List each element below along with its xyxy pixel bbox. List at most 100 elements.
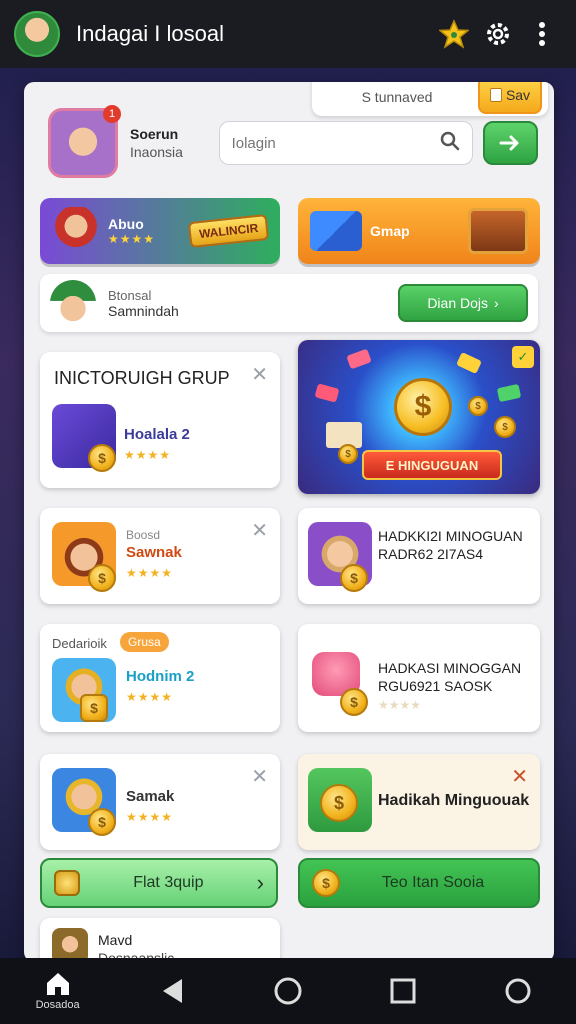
coin-icon: $ bbox=[468, 396, 488, 416]
search-box bbox=[218, 121, 473, 165]
coin-icon: $ bbox=[340, 688, 368, 716]
game-card-4-stars: ★★★★ bbox=[378, 698, 422, 712]
nav-home[interactable]: Dosadoa bbox=[23, 963, 93, 1019]
arrow-right-icon bbox=[499, 135, 519, 151]
feature-button-right[interactable]: Gmap bbox=[298, 198, 540, 264]
bottom-card-line1: Mavd bbox=[98, 932, 133, 948]
cash-icon bbox=[456, 352, 482, 374]
group-card-game: Hoalala 2 bbox=[124, 426, 190, 443]
close-icon[interactable]: ✕ bbox=[511, 764, 528, 789]
promo-ribbon: E HINGUGUAN bbox=[362, 450, 502, 480]
feature-left-badge: WALINCIR bbox=[187, 213, 270, 249]
notice-cta-button[interactable]: Dian Dojs › bbox=[398, 284, 528, 322]
game-card-3-name: Hodnim 2 bbox=[126, 668, 195, 685]
nav-home-label: Dosadoa bbox=[35, 999, 80, 1011]
gem-icon bbox=[54, 870, 80, 896]
close-icon[interactable]: ✕ bbox=[251, 362, 268, 387]
nav-back[interactable] bbox=[138, 963, 208, 1019]
back-triangle-icon bbox=[162, 979, 182, 1003]
game-card-1-name: Sawnak bbox=[126, 544, 182, 561]
notice-text: Btonsal Samnindah bbox=[108, 288, 398, 319]
bottom-card[interactable]: Mavd Dosnaanslic bbox=[40, 918, 280, 962]
group-card-stars: ★★★★ bbox=[124, 448, 172, 462]
game-card-1[interactable]: $ Boosd Sawnak ★★★★ ✕ bbox=[40, 508, 280, 604]
group-card[interactable]: INICTORUIGH GRUP ✕ $ Hoalala 2 ★★★★ bbox=[40, 352, 280, 488]
notice-line2: Samnindah bbox=[108, 302, 179, 319]
game-card-3-tag: Dedarioik bbox=[52, 636, 107, 651]
feature-button-left[interactable]: Abuo ★★★★ WALINCIR bbox=[40, 198, 280, 264]
treasure-chest-icon bbox=[468, 208, 528, 254]
chevron-right-icon: › bbox=[494, 295, 499, 311]
notice-row: Btonsal Samnindah Dian Dojs › bbox=[40, 274, 538, 332]
coin-icon: $ bbox=[338, 444, 358, 464]
notification-badge: 1 bbox=[103, 105, 121, 123]
promo-banner[interactable]: $ $ $ $ E HINGUGUAN ✓ bbox=[298, 340, 540, 494]
more-vertical-icon[interactable] bbox=[522, 14, 562, 54]
circle-icon bbox=[505, 978, 531, 1004]
feature-left-text: Abuo ★★★★ bbox=[108, 216, 155, 246]
tab-right-label: Sav bbox=[505, 87, 531, 103]
close-icon[interactable]: ✕ bbox=[251, 518, 268, 543]
user-avatar[interactable] bbox=[14, 11, 60, 57]
game-card-2[interactable]: $ HADKKI2I MINOGUAN RADR62 2I7AS4 bbox=[298, 508, 540, 604]
gear-icon[interactable] bbox=[478, 14, 518, 54]
game-card-2-title1: HADKKI2I MINOGUAN bbox=[378, 528, 523, 544]
profile-info: Soerun Inaonsia bbox=[130, 126, 219, 160]
feature-left-label: Abuo bbox=[108, 216, 144, 232]
notice-line1: Btonsal bbox=[108, 287, 152, 303]
big-coin-icon: $ bbox=[394, 378, 452, 436]
game-card-6[interactable]: $ Hadikah Minguouak ✕ bbox=[298, 754, 540, 850]
close-icon[interactable]: ✕ bbox=[251, 764, 268, 789]
action-right-label: Teo Itan Sooia bbox=[381, 874, 485, 891]
game-card-4-title1: HADKASI MINOGGAN bbox=[378, 660, 522, 676]
check-icon[interactable]: ✓ bbox=[512, 346, 534, 368]
gift-box-icon bbox=[310, 211, 362, 251]
feature-right-label: Gmap bbox=[370, 223, 410, 239]
game-card-6-title: Hadikah Minguouak bbox=[378, 792, 530, 809]
action-button-left[interactable]: Flat 3quip › bbox=[40, 858, 278, 908]
feature-left-stars: ★★★★ bbox=[108, 232, 156, 246]
search-icon[interactable] bbox=[440, 131, 460, 156]
cash-icon bbox=[496, 383, 522, 403]
coin-icon: $ bbox=[320, 784, 358, 822]
star-icon[interactable] bbox=[434, 14, 474, 54]
app-title: Indagai I losoal bbox=[76, 21, 224, 46]
go-button[interactable] bbox=[482, 121, 539, 165]
nav-recents[interactable] bbox=[368, 963, 438, 1019]
main-panel: S tunnaved Sav 1 Soerun Inaonsia Abuo ★★… bbox=[24, 82, 554, 962]
nav-extra[interactable] bbox=[483, 963, 553, 1019]
game-card-4-title2: RGU6921 SAOSK bbox=[378, 678, 493, 694]
system-nav-bar: Dosadoa bbox=[0, 958, 576, 1024]
cash-icon bbox=[314, 383, 340, 403]
game-card-3[interactable]: Dedarioik Grusa $ Hodnim 2 ★★★★ bbox=[40, 624, 280, 732]
home-icon bbox=[46, 973, 69, 995]
action-button-right[interactable]: $ Teo Itan Sooia bbox=[298, 858, 540, 908]
cash-icon bbox=[346, 348, 372, 370]
game-card-5[interactable]: $ Samak ★★★★ ✕ bbox=[40, 754, 280, 850]
hat-character-icon bbox=[50, 280, 96, 326]
profile-row: 1 Soerun Inaonsia bbox=[48, 104, 539, 182]
square-icon bbox=[390, 978, 416, 1004]
character-icon bbox=[52, 207, 100, 255]
action-left-label: Flat 3quip bbox=[133, 874, 204, 891]
game-card-3-stars: ★★★★ bbox=[126, 690, 174, 704]
notice-cta-label: Dian Dojs bbox=[427, 295, 489, 311]
coin-icon: $ bbox=[340, 564, 368, 592]
save-icon bbox=[489, 88, 502, 102]
game-card-5-name: Samak bbox=[126, 788, 175, 805]
search-input[interactable] bbox=[231, 134, 440, 152]
character-icon bbox=[52, 928, 88, 962]
coin-icon: $ bbox=[312, 869, 340, 897]
coin-icon: $ bbox=[88, 808, 116, 836]
nav-home-circle[interactable] bbox=[253, 963, 323, 1019]
game-card-5-stars: ★★★★ bbox=[126, 810, 174, 824]
group-card-title: INICTORUIGH GRUP bbox=[54, 368, 230, 388]
profile-avatar[interactable]: 1 bbox=[48, 105, 121, 178]
profile-subtitle: Inaonsia bbox=[130, 144, 183, 160]
coin-icon: $ bbox=[88, 564, 116, 592]
treasure-icon: $ bbox=[80, 694, 108, 722]
circle-icon bbox=[274, 977, 302, 1005]
coin-icon: $ bbox=[88, 444, 116, 472]
game-card-4[interactable]: $ HADKASI MINOGGAN RGU6921 SAOSK ★★★★ bbox=[298, 624, 540, 732]
game-card-1-stars: ★★★★ bbox=[126, 566, 174, 580]
